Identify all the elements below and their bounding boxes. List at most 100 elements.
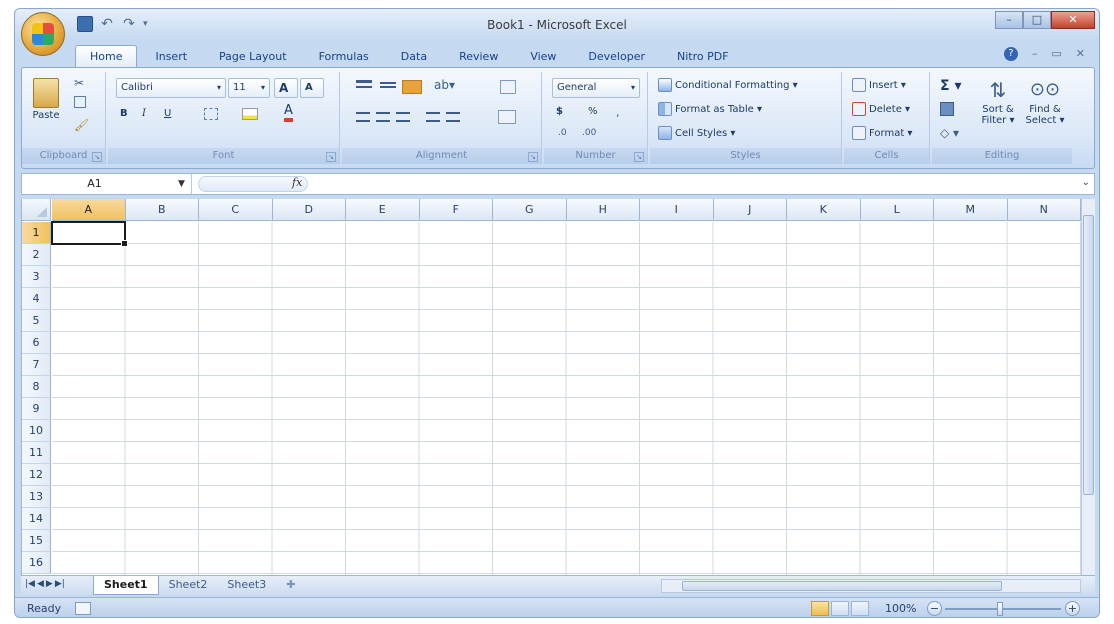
clipboard-launcher-icon[interactable]: ↘ <box>92 152 102 162</box>
row-header[interactable]: 6 <box>22 332 51 354</box>
row-header[interactable]: 10 <box>22 420 51 442</box>
vertical-scroll-thumb[interactable] <box>1083 215 1094 495</box>
office-button[interactable] <box>21 12 65 56</box>
row-header[interactable]: 11 <box>22 442 51 464</box>
active-cell-a1[interactable] <box>51 221 128 247</box>
tab-formulas[interactable]: Formulas <box>305 46 383 67</box>
bold-button[interactable]: B <box>120 106 128 122</box>
prev-sheet-icon[interactable]: ◀ <box>37 579 44 589</box>
zoom-level[interactable]: 100% <box>885 602 916 615</box>
column-header[interactable]: L <box>860 199 934 221</box>
align-left-icon[interactable] <box>356 112 370 122</box>
alignment-launcher-icon[interactable]: ↘ <box>528 152 538 162</box>
row-header[interactable]: 16 <box>22 552 51 574</box>
number-launcher-icon[interactable]: ↘ <box>634 152 644 162</box>
align-middle-icon[interactable] <box>380 82 396 88</box>
column-header[interactable]: I <box>640 199 714 221</box>
row-header[interactable]: 5 <box>22 310 51 332</box>
conditional-formatting-button[interactable]: Conditional Formatting ▾ <box>658 78 798 94</box>
tab-nitro-pdf[interactable]: Nitro PDF <box>663 46 743 67</box>
column-header[interactable]: K <box>787 199 861 221</box>
tab-home[interactable]: Home <box>75 45 138 67</box>
column-header[interactable]: M <box>934 199 1008 221</box>
macro-record-icon[interactable] <box>75 602 91 615</box>
font-name-select[interactable]: Calibri ▾ <box>116 78 226 98</box>
currency-button[interactable]: $ <box>556 104 563 120</box>
column-header[interactable]: J <box>713 199 787 221</box>
ribbon-minimize-icon[interactable]: – <box>1032 47 1038 61</box>
first-sheet-icon[interactable]: |◀ <box>25 579 35 589</box>
row-header[interactable]: 1 <box>22 222 51 244</box>
row-header[interactable]: 9 <box>22 398 51 420</box>
comma-style-icon[interactable]: , <box>616 106 620 119</box>
name-box-dropdown-icon[interactable]: ▼ <box>178 174 185 194</box>
column-header[interactable]: H <box>566 199 640 221</box>
borders-icon[interactable] <box>204 108 218 120</box>
sheet-tab-sheet3[interactable]: Sheet3 <box>217 576 276 595</box>
insert-function-button[interactable]: fx <box>292 176 302 189</box>
autosum-icon[interactable]: Σ ▾ <box>940 78 961 94</box>
expand-formula-bar-icon[interactable]: ⌄ <box>1082 177 1090 188</box>
orientation-icon[interactable]: ab▾ <box>434 78 455 92</box>
format-painter-icon[interactable]: 🖌 <box>74 118 89 132</box>
shrink-font-button[interactable]: A <box>300 78 324 98</box>
cell-area[interactable] <box>52 222 1081 575</box>
normal-view-button[interactable] <box>811 601 829 616</box>
row-header[interactable]: 12 <box>22 464 51 486</box>
align-right-icon[interactable] <box>396 112 410 122</box>
column-header[interactable]: A <box>52 199 126 221</box>
insert-cells-button[interactable]: Insert ▾ <box>852 78 906 94</box>
next-sheet-icon[interactable]: ▶ <box>46 579 53 589</box>
find-select-button[interactable]: ⊙⊙ Find & Select ▾ <box>1022 76 1068 140</box>
column-header[interactable]: N <box>1007 199 1081 221</box>
formula-input[interactable] <box>312 174 1072 194</box>
delete-cells-button[interactable]: Delete ▾ <box>852 102 910 118</box>
decrease-indent-icon[interactable] <box>426 112 440 122</box>
maximize-button[interactable]: □ <box>1023 11 1051 29</box>
zoom-slider-track[interactable] <box>945 608 1061 610</box>
zoom-slider-thumb[interactable] <box>997 602 1003 616</box>
name-box[interactable]: A1 <box>22 174 192 194</box>
vertical-scrollbar[interactable] <box>1081 199 1095 575</box>
align-bottom-icon[interactable] <box>402 80 422 94</box>
tab-data[interactable]: Data <box>387 46 441 67</box>
horizontal-scroll-thumb[interactable] <box>682 581 1002 591</box>
format-cells-button[interactable]: Format ▾ <box>852 126 912 142</box>
ribbon-close-icon[interactable]: ✕ <box>1076 47 1085 61</box>
italic-button[interactable]: I <box>142 106 146 122</box>
align-center-icon[interactable] <box>376 112 390 122</box>
font-color-icon[interactable]: A <box>284 104 293 122</box>
row-header[interactable]: 8 <box>22 376 51 398</box>
minimize-button[interactable]: – <box>995 11 1023 29</box>
row-header[interactable]: 7 <box>22 354 51 376</box>
ribbon-restore-icon[interactable]: ▭ <box>1051 47 1061 61</box>
row-header[interactable]: 14 <box>22 508 51 530</box>
close-button[interactable]: ✕ <box>1051 11 1095 29</box>
column-header[interactable]: C <box>199 199 273 221</box>
fill-color-icon[interactable] <box>242 108 258 120</box>
copy-icon[interactable] <box>74 96 86 108</box>
font-launcher-icon[interactable]: ↘ <box>326 152 336 162</box>
column-header[interactable]: B <box>125 199 199 221</box>
grow-font-button[interactable]: A <box>274 78 298 98</box>
column-header[interactable]: D <box>272 199 346 221</box>
row-header[interactable]: 15 <box>22 530 51 552</box>
paste-button[interactable]: Paste <box>28 76 64 132</box>
row-header[interactable]: 13 <box>22 486 51 508</box>
column-header[interactable]: F <box>419 199 493 221</box>
clear-icon[interactable]: ◇ ▾ <box>940 126 959 140</box>
tab-view[interactable]: View <box>516 46 570 67</box>
tab-developer[interactable]: Developer <box>574 46 659 67</box>
cell-styles-button[interactable]: Cell Styles ▾ <box>658 126 735 142</box>
cut-icon[interactable]: ✂ <box>74 76 84 90</box>
row-header[interactable]: 2 <box>22 244 51 266</box>
tab-review[interactable]: Review <box>445 46 512 67</box>
sort-filter-button[interactable]: ⇅ Sort & Filter ▾ <box>976 76 1020 140</box>
decrease-decimal-icon[interactable]: .00 <box>582 128 596 138</box>
sheet-tab-sheet2[interactable]: Sheet2 <box>159 576 218 595</box>
row-header[interactable]: 4 <box>22 288 51 310</box>
sheet-tab-sheet1[interactable]: Sheet1 <box>93 576 159 595</box>
zoom-out-button[interactable]: − <box>927 601 942 616</box>
horizontal-scrollbar[interactable] <box>661 579 1081 593</box>
underline-button[interactable]: U <box>164 106 171 122</box>
